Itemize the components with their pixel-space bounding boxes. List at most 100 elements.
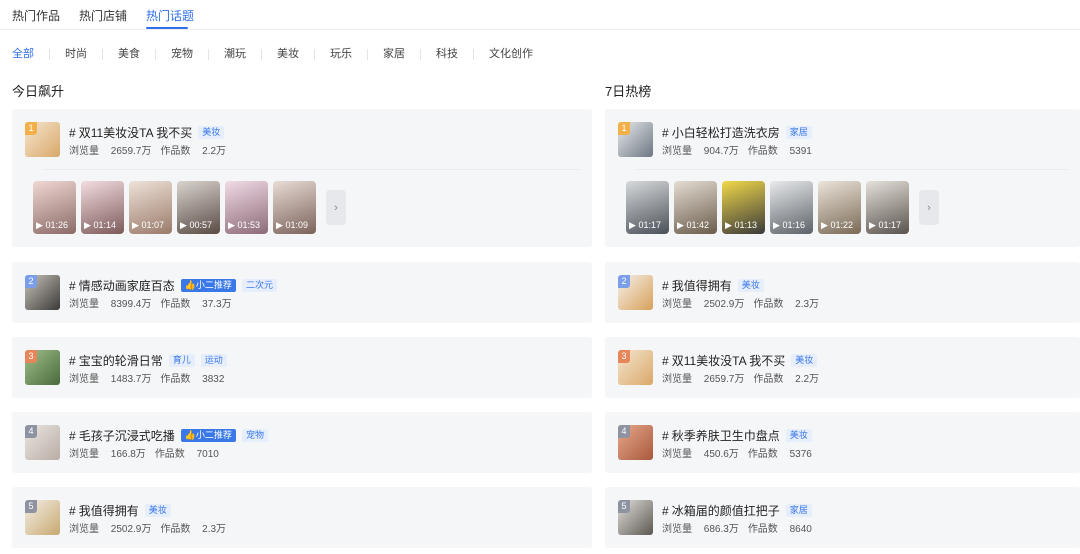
- video-thumbnail[interactable]: ▶ 01:16: [770, 181, 813, 234]
- hash-icon: #: [69, 353, 76, 368]
- topic-card[interactable]: 3 # 双11美妆没TA 我不买 美妆 浏览量 2659.7万 作品数 2.2万: [605, 337, 1080, 398]
- topic-title[interactable]: 宝宝的轮滑日常: [79, 352, 163, 369]
- topic-card[interactable]: 2 # 情感动画家庭百态 👍小二推荐 二次元 浏览量 8399.4万 作品数 37…: [12, 262, 592, 323]
- video-thumbnail[interactable]: ▶ 01:07: [129, 181, 172, 234]
- thumb-up-icon: 👍: [184, 430, 196, 440]
- rank-badge: 1: [618, 122, 630, 135]
- topic-title[interactable]: 我值得拥有: [672, 277, 732, 294]
- card-divider: [635, 169, 1068, 170]
- topic-title[interactable]: 情感动画家庭百态: [79, 277, 175, 294]
- video-duration: 01:13: [734, 220, 757, 230]
- rank-badge: 5: [25, 500, 37, 513]
- topic-title[interactable]: 冰箱届的颜值扛把子: [672, 502, 780, 519]
- topic-tag: 美妆: [737, 279, 764, 292]
- next-videos-button[interactable]: ›: [326, 190, 346, 225]
- topic-stats: 浏览量 2502.9万 作品数 2.3万: [662, 299, 820, 310]
- hash-icon: #: [662, 428, 669, 443]
- topic-card[interactable]: 5 # 我值得拥有 美妆 浏览量 2502.9万 作品数 2.3万: [12, 487, 592, 548]
- category-culture[interactable]: 文化创作: [473, 48, 548, 60]
- video-thumbnail[interactable]: ▶ 01:09: [273, 181, 316, 234]
- play-icon: ▶: [677, 220, 684, 230]
- play-icon: ▶: [773, 220, 780, 230]
- chevron-right-icon: ›: [334, 201, 338, 214]
- hash-icon: #: [662, 278, 669, 293]
- topic-card[interactable]: 5 # 冰箱届的颜值扛把子 家居 浏览量 686.3万 作品数 8640: [605, 487, 1080, 548]
- topic-tag: 宠物: [241, 429, 268, 442]
- video-strip: ▶ 01:17 ▶ 01:42 ▶ 01:13 ▶ 01:16 ▶ 01:22 …: [626, 181, 909, 234]
- topic-card-featured[interactable]: 1 # 双11美妆没TA 我不买 美妆 浏览量 2659.7万 作品数 2.2万 …: [12, 109, 592, 247]
- rank-badge: 4: [25, 425, 37, 438]
- editor-recommend-badge: 👍小二推荐: [180, 429, 236, 442]
- topic-stats: 浏览量 686.3万 作品数 8640: [662, 524, 812, 535]
- category-fashion[interactable]: 时尚: [49, 48, 102, 60]
- video-duration: 01:07: [141, 220, 164, 230]
- topic-tag: 家居: [785, 126, 812, 139]
- tab-hot-shops[interactable]: 热门店铺: [79, 7, 127, 24]
- topic-stats: 浏览量 2659.7万 作品数 2.2万: [69, 146, 227, 157]
- play-icon: ▶: [180, 220, 187, 230]
- editor-recommend-badge: 👍小二推荐: [180, 279, 236, 292]
- topic-title[interactable]: 秋季养肤卫生巾盘点: [672, 427, 780, 444]
- category-tech[interactable]: 科技: [420, 48, 473, 60]
- topic-tag: 美妆: [144, 504, 171, 517]
- topic-tag: 美妆: [791, 354, 818, 367]
- category-filter-bar: 全部 时尚 美食 宠物 潮玩 美妆 玩乐 家居 科技 文化创作: [12, 46, 548, 62]
- play-icon: ▶: [84, 220, 91, 230]
- video-duration: 01:42: [686, 220, 709, 230]
- video-duration: 01:17: [638, 220, 661, 230]
- hash-icon: #: [69, 278, 76, 293]
- topic-stats: 浏览量 450.6万 作品数 5376: [662, 449, 812, 460]
- rank-badge: 2: [618, 275, 630, 288]
- top-tab-bar: 热门作品 热门店铺 热门话题: [0, 0, 1080, 30]
- video-duration: 01:14: [93, 220, 116, 230]
- video-thumbnail[interactable]: ▶ 01:13: [722, 181, 765, 234]
- tab-hot-works[interactable]: 热门作品: [12, 7, 60, 24]
- next-videos-button[interactable]: ›: [919, 190, 939, 225]
- play-icon: ▶: [36, 220, 43, 230]
- topic-title[interactable]: 毛孩子沉浸式吃播: [79, 427, 175, 444]
- topic-card[interactable]: 3 # 宝宝的轮滑日常 育儿 运动 浏览量 1483.7万 作品数 3832: [12, 337, 592, 398]
- topic-thumbnail: 1: [618, 122, 653, 157]
- play-icon: ▶: [725, 220, 732, 230]
- category-all[interactable]: 全部: [12, 48, 49, 60]
- video-thumbnail[interactable]: ▶ 01:26: [33, 181, 76, 234]
- video-thumbnail[interactable]: ▶ 01:17: [866, 181, 909, 234]
- topic-title[interactable]: 我值得拥有: [79, 502, 139, 519]
- topic-card[interactable]: 4 # 毛孩子沉浸式吃播 👍小二推荐 宠物 浏览量 166.8万 作品数 7010: [12, 412, 592, 473]
- video-duration: 00:57: [189, 220, 212, 230]
- video-thumbnail[interactable]: ▶ 00:57: [177, 181, 220, 234]
- video-thumbnail[interactable]: ▶ 01:42: [674, 181, 717, 234]
- rank-badge: 1: [25, 122, 37, 135]
- topic-title[interactable]: 双11美妆没TA 我不买: [79, 124, 193, 141]
- hash-icon: #: [662, 125, 669, 140]
- topic-card[interactable]: 2 # 我值得拥有 美妆 浏览量 2502.9万 作品数 2.3万: [605, 262, 1080, 323]
- play-icon: ▶: [869, 220, 876, 230]
- category-trendy-toys[interactable]: 潮玩: [208, 48, 261, 60]
- video-thumbnail[interactable]: ▶ 01:22: [818, 181, 861, 234]
- weekly-hot-heading: 7日热榜: [605, 84, 652, 99]
- video-duration: 01:16: [782, 220, 805, 230]
- topic-card[interactable]: 4 # 秋季养肤卫生巾盘点 美妆 浏览量 450.6万 作品数 5376: [605, 412, 1080, 473]
- topic-title[interactable]: 双11美妆没TA 我不买: [672, 352, 786, 369]
- play-icon: ▶: [629, 220, 636, 230]
- topic-card-featured[interactable]: 1 # 小白轻松打造洗衣房 家居 浏览量 904.7万 作品数 5391 ▶ 01…: [605, 109, 1080, 247]
- category-beauty[interactable]: 美妆: [261, 48, 314, 60]
- thumb-up-icon: 👍: [184, 280, 196, 290]
- video-thumbnail[interactable]: ▶ 01:53: [225, 181, 268, 234]
- rank-badge: 3: [618, 350, 630, 363]
- category-leisure[interactable]: 玩乐: [314, 48, 367, 60]
- card-divider: [42, 169, 580, 170]
- tab-hot-topics[interactable]: 热门话题: [146, 7, 194, 24]
- topic-tag: 运动: [200, 354, 227, 367]
- topic-title[interactable]: 小白轻松打造洗衣房: [672, 124, 780, 141]
- category-food[interactable]: 美食: [102, 48, 155, 60]
- topic-thumbnail: 2: [25, 275, 60, 310]
- video-duration: 01:53: [237, 220, 260, 230]
- topic-tag: 育儿: [168, 354, 195, 367]
- play-icon: ▶: [228, 220, 235, 230]
- hash-icon: #: [69, 428, 76, 443]
- video-thumbnail[interactable]: ▶ 01:17: [626, 181, 669, 234]
- category-pets[interactable]: 宠物: [155, 48, 208, 60]
- category-home[interactable]: 家居: [367, 48, 420, 60]
- video-thumbnail[interactable]: ▶ 01:14: [81, 181, 124, 234]
